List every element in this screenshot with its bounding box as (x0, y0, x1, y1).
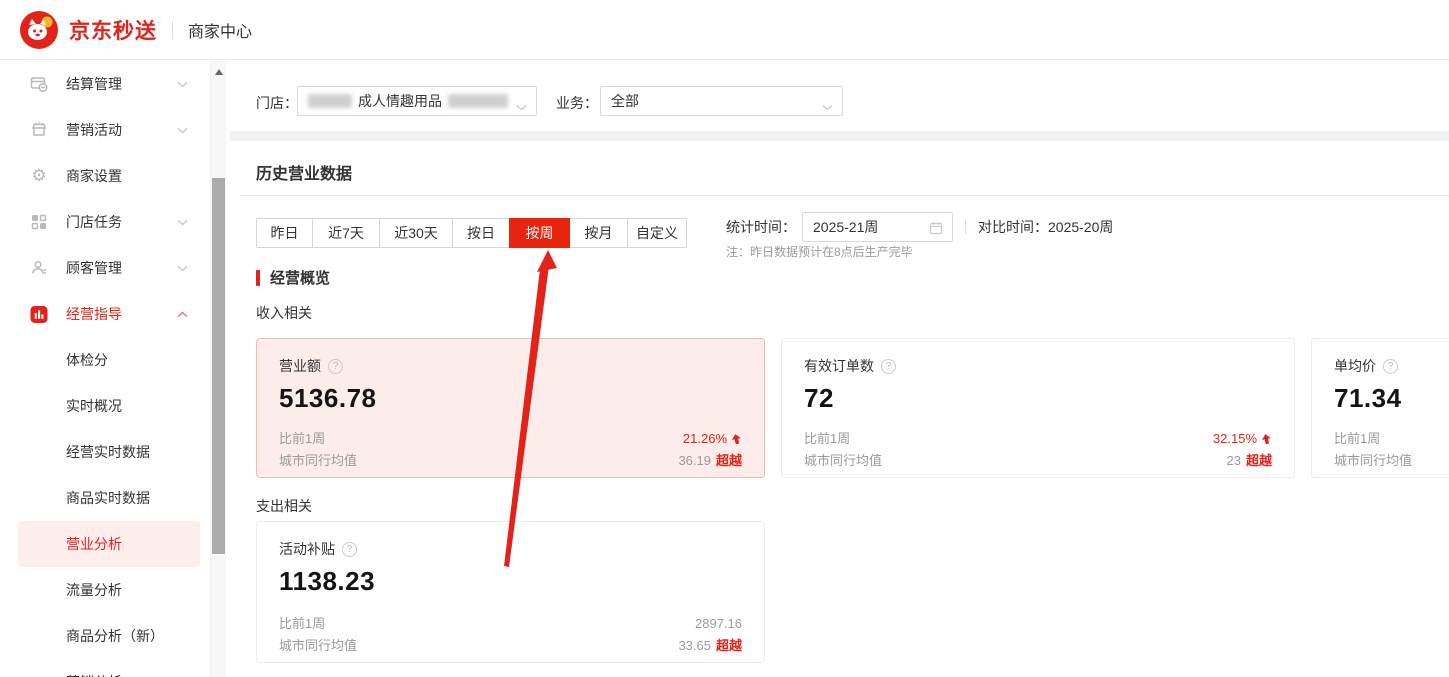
section-separator (230, 131, 1449, 141)
masked-store-name-suffix (448, 94, 508, 108)
sidebar-subitem-product-realtime-data[interactable]: 商品实时数据 (0, 475, 210, 521)
sidebar-item-merchant-settings[interactable]: ⚙ 商家设置 (0, 153, 210, 199)
chevron-up-icon (177, 311, 188, 318)
header-divider (172, 21, 173, 39)
card-avg-order-price[interactable]: 单均价 ? 71.34 比前1周 城市同行均值 (1311, 338, 1449, 478)
grid-icon (30, 213, 48, 231)
vertical-divider (965, 220, 966, 234)
stat-time-picker[interactable]: 2025-21周 (802, 212, 953, 242)
overview-header: 经营概览 (256, 267, 330, 288)
chevron-down-icon (177, 81, 188, 88)
calendar-icon (929, 221, 943, 240)
store-filter-label: 门店： (256, 93, 298, 113)
beyond-badge: 超越 (716, 450, 742, 472)
card-activity-subsidy[interactable]: 活动补贴 ? 1138.23 比前1周 2897.16 城市同行均值 33.65… (256, 521, 765, 663)
store-select[interactable]: 成人情趣用品 (297, 86, 537, 116)
beyond-badge: 超越 (716, 635, 742, 657)
help-icon[interactable]: ? (881, 359, 896, 374)
receipt-icon (30, 75, 48, 93)
arrow-up-icon (731, 434, 742, 445)
compare-prev-week-row: 比前1周 21.26% (279, 428, 742, 450)
sidebar-scrollbar[interactable] (210, 61, 226, 677)
sidebar: 结算管理 营销活动 ⚙ 商家设置 (0, 61, 230, 677)
help-icon[interactable]: ? (328, 359, 343, 374)
section-divider (240, 195, 1449, 196)
business-filter-label: 业务： (556, 93, 598, 113)
sidebar-subitem-marketing-analysis[interactable]: 营销分析 (0, 659, 210, 677)
compare-prev-week-row: 比前1周 (1334, 428, 1449, 450)
beyond-badge: 超越 (1246, 450, 1272, 472)
tab-by-month[interactable]: 按月 (569, 218, 628, 248)
city-peer-average-row: 城市同行均值 33.65 超越 (279, 635, 742, 657)
arrow-up-icon (1261, 434, 1272, 445)
sidebar-subitem-realtime-overview[interactable]: 实时概况 (0, 383, 210, 429)
tab-last-7-days[interactable]: 近7天 (312, 218, 380, 248)
sidebar-subitem-health-score[interactable]: 体检分 (0, 337, 210, 383)
card-revenue[interactable]: 营业额 ? 5136.78 比前1周 21.26% 城市同行均值 36.19 超… (256, 338, 765, 478)
overview-title: 经营概览 (270, 267, 330, 288)
stat-time-bar: 统计时间： 2025-21周 对比时间： 2025-20周 (726, 212, 1113, 242)
compare-prev-week-row: 比前1周 32.15% (804, 428, 1272, 450)
sidebar-subitem-business-analysis[interactable]: 营业分析 (18, 521, 200, 567)
sidebar-subitem-product-analysis-new[interactable]: 商品分析（新） (0, 613, 210, 659)
sidebar-item-marketing[interactable]: 营销活动 (0, 107, 210, 153)
gear-icon: ⚙ (30, 167, 48, 185)
section-title: 历史营业数据 (256, 160, 352, 184)
business-select[interactable]: 全部 (600, 86, 843, 116)
chevron-down-icon (177, 265, 188, 272)
brand-name: 京东秒送 (69, 15, 157, 45)
sidebar-item-customer-management[interactable]: 顾客管理 (0, 245, 210, 291)
tab-by-week[interactable]: 按周 (509, 218, 570, 248)
chevron-down-icon (177, 219, 188, 226)
stat-time-label: 统计时间： (726, 217, 796, 237)
sidebar-subitem-business-realtime-data[interactable]: 经营实时数据 (0, 429, 210, 475)
avg-order-price-value: 71.34 (1334, 383, 1449, 414)
masked-store-name-prefix (308, 94, 352, 108)
compare-time-value: 2025-20周 (1048, 217, 1113, 237)
red-accent-bar (256, 270, 260, 286)
chevron-down-icon (177, 127, 188, 134)
tab-custom[interactable]: 自定义 (627, 218, 687, 248)
city-peer-average-row: 城市同行均值 (1334, 450, 1449, 472)
jd-seconds-logo-icon (20, 11, 58, 49)
sidebar-item-business-guidance[interactable]: 经营指导 (0, 291, 210, 337)
chevron-down-icon (822, 98, 833, 116)
sidebar-item-store-tasks[interactable]: 门店任务 (0, 199, 210, 245)
help-icon[interactable]: ? (1383, 359, 1398, 374)
expense-group-label: 支出相关 (256, 496, 312, 516)
scrollbar-thumb[interactable] (212, 178, 225, 554)
city-peer-average-row: 城市同行均值 36.19 超越 (279, 450, 742, 472)
activity-subsidy-value: 1138.23 (279, 566, 742, 597)
marketing-icon (30, 121, 48, 139)
tab-last-30-days[interactable]: 近30天 (379, 218, 453, 248)
income-group-label: 收入相关 (256, 303, 312, 323)
compare-time-label: 对比时间： (978, 217, 1048, 237)
city-peer-average-row: 城市同行均值 23 超越 (804, 450, 1272, 472)
sidebar-subitem-traffic-analysis[interactable]: 流量分析 (0, 567, 210, 613)
bar-chart-icon (30, 305, 48, 323)
tab-yesterday[interactable]: 昨日 (256, 218, 313, 248)
chevron-down-icon (516, 98, 527, 116)
sidebar-item-settlement[interactable]: 结算管理 (0, 61, 210, 107)
users-icon (30, 259, 48, 277)
data-ready-note: 注：昨日数据预计在8点后生产完毕 (726, 243, 913, 260)
scrollbar-up-arrow-icon[interactable] (215, 69, 223, 75)
help-icon[interactable]: ? (342, 542, 357, 557)
app-header: 京东秒送 商家中心 (0, 0, 1449, 60)
tab-by-day[interactable]: 按日 (452, 218, 510, 248)
date-range-tabs: 昨日 近7天 近30天 按日 按周 按月 自定义 (256, 218, 687, 248)
portal-title: 商家中心 (188, 18, 252, 42)
compare-prev-week-row: 比前1周 2897.16 (279, 613, 742, 635)
card-valid-orders[interactable]: 有效订单数 ? 72 比前1周 32.15% 城市同行均值 23 超越 (781, 338, 1295, 478)
valid-orders-value: 72 (804, 383, 1272, 414)
revenue-value: 5136.78 (279, 383, 742, 414)
